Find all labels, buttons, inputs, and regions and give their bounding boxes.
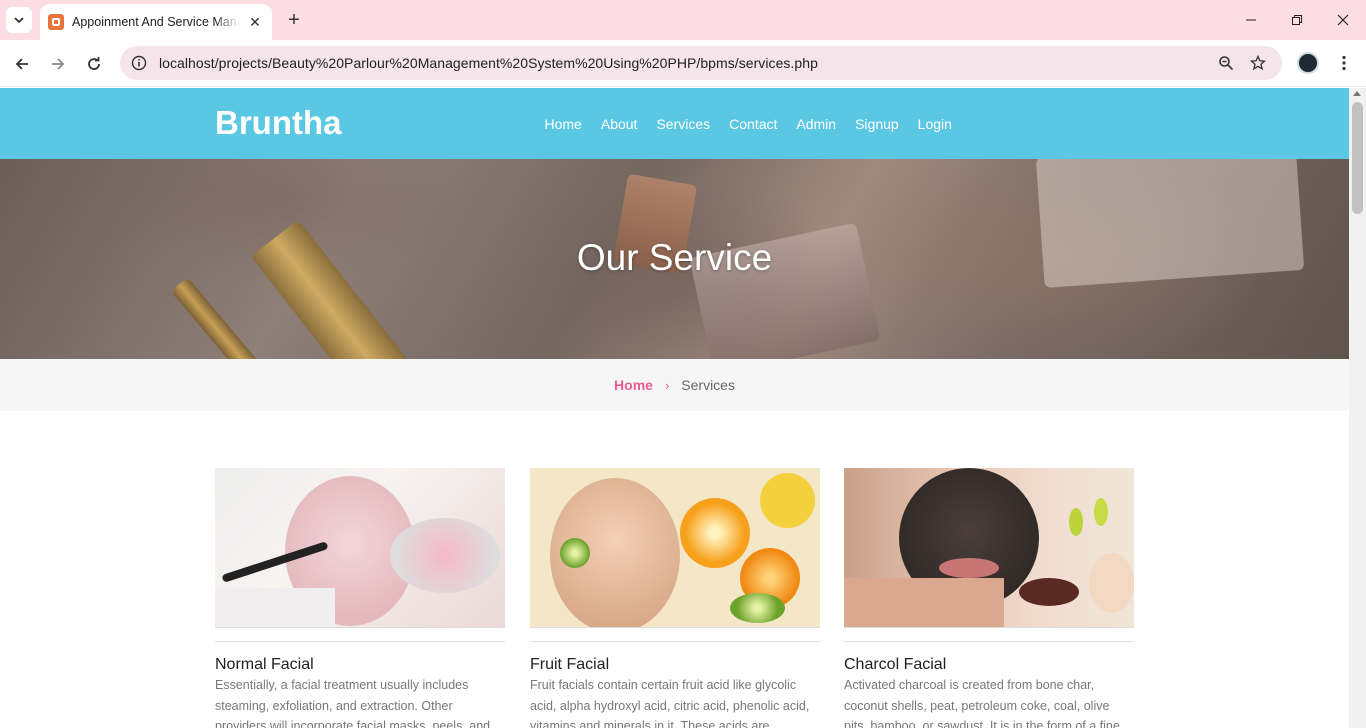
forward-button[interactable]	[44, 50, 72, 78]
site-info-icon[interactable]	[122, 55, 156, 71]
service-card[interactable]: Charcol Facial Activated charcoal is cre…	[844, 468, 1134, 728]
service-description: Fruit facials contain certain fruit acid…	[530, 678, 810, 728]
breadcrumb-current: Services	[681, 377, 735, 393]
makeup-brush-image	[170, 277, 272, 359]
scroll-up-arrow-icon[interactable]	[1353, 91, 1361, 96]
reload-button[interactable]	[80, 50, 108, 78]
breadcrumb-separator-icon: ›	[664, 377, 670, 393]
card-divider	[530, 641, 820, 642]
bookmark-star-icon[interactable]	[1248, 53, 1268, 73]
service-description: Activated charcoal is created from bone …	[844, 678, 1120, 728]
zoom-icon[interactable]	[1216, 53, 1236, 73]
minimize-icon	[1246, 19, 1256, 21]
scrollbar-thumb[interactable]	[1352, 102, 1363, 214]
page-scrollbar[interactable]	[1349, 88, 1366, 728]
nav-admin[interactable]: Admin	[787, 116, 846, 132]
service-title[interactable]: Fruit Facial	[530, 656, 820, 674]
card-divider	[215, 641, 505, 642]
site-brand[interactable]: Bruntha	[215, 104, 342, 142]
nav-services[interactable]: Services	[647, 116, 720, 132]
close-window-button[interactable]	[1320, 0, 1366, 40]
service-card[interactable]: Normal Facial Essentially, a facial trea…	[215, 468, 505, 728]
charcoal-facial-image	[844, 468, 1134, 628]
close-icon	[1337, 14, 1349, 26]
main-nav: Home About Services Contact Admin Signup…	[535, 88, 961, 159]
service-card[interactable]: Fruit Facial Fruit facials contain certa…	[530, 468, 820, 728]
tab-search-button[interactable]	[6, 7, 32, 33]
service-title[interactable]: Normal Facial	[215, 656, 505, 674]
hero-banner: Our Service	[0, 159, 1349, 359]
normal-facial-image	[215, 468, 505, 628]
nav-about[interactable]: About	[591, 116, 647, 132]
tab-close-icon[interactable]: ✕	[246, 14, 264, 31]
nav-signup[interactable]: Signup	[846, 116, 909, 132]
tab-title: Appoinment And Service Management	[72, 15, 240, 29]
breadcrumb: Home › Services	[0, 359, 1349, 411]
nav-home[interactable]: Home	[535, 116, 591, 132]
browser-menu-icon[interactable]	[1334, 52, 1354, 74]
fruit-facial-image	[530, 468, 820, 628]
card-divider	[844, 641, 1134, 642]
chevron-down-icon	[14, 17, 24, 24]
arrow-right-icon	[52, 58, 65, 70]
service-title[interactable]: Charcol Facial	[844, 656, 1134, 674]
restore-icon	[1292, 15, 1302, 25]
new-tab-button[interactable]: +	[282, 8, 306, 32]
breadcrumb-home-link[interactable]: Home	[614, 377, 653, 393]
arrow-left-icon	[15, 58, 28, 70]
service-description: Essentially, a facial treatment usually …	[215, 678, 491, 728]
address-bar[interactable]: localhost/projects/Beauty%20Parlour%20Ma…	[120, 46, 1282, 80]
page-viewport: Bruntha Home About Services Contact Admi…	[0, 88, 1349, 728]
xampp-favicon-icon	[48, 14, 64, 30]
browser-toolbar: localhost/projects/Beauty%20Parlour%20Ma…	[0, 40, 1366, 87]
url-text[interactable]: localhost/projects/Beauty%20Parlour%20Ma…	[159, 55, 818, 71]
back-button[interactable]	[8, 50, 36, 78]
profile-avatar[interactable]	[1297, 52, 1319, 74]
browser-tab-bar: Appoinment And Service Management ✕ +	[0, 0, 1366, 40]
site-header: Bruntha Home About Services Contact Admi…	[0, 88, 1349, 159]
nav-contact[interactable]: Contact	[720, 116, 787, 132]
nav-login[interactable]: Login	[908, 116, 961, 132]
browser-tab[interactable]: Appoinment And Service Management ✕	[40, 4, 272, 40]
restore-button[interactable]	[1274, 0, 1320, 40]
reload-icon	[88, 57, 100, 70]
minimize-button[interactable]	[1228, 0, 1274, 40]
hero-title: Our Service	[576, 237, 773, 278]
